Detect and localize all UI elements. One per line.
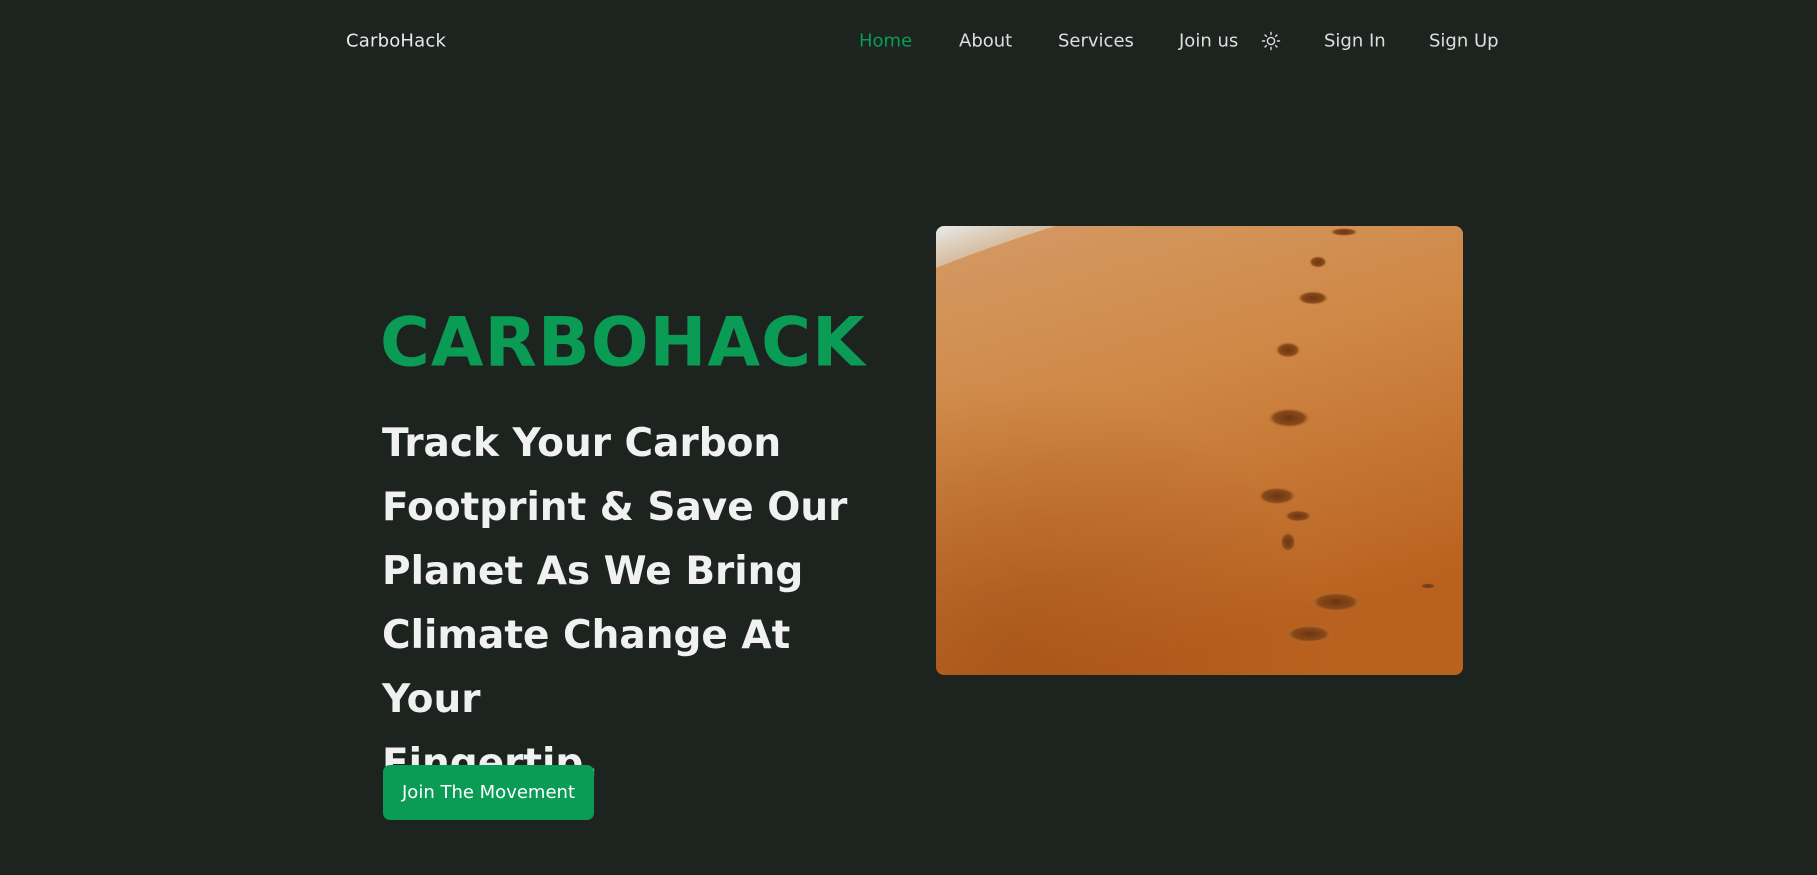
hero-subtitle: Track Your Carbon Footprint & Save Our P… (382, 412, 902, 796)
sign-up-link[interactable]: Sign Up (1429, 31, 1499, 52)
sun-icon[interactable] (1261, 31, 1281, 51)
hero-title: CARBOHACK (380, 303, 866, 383)
page: CarboHack Home About Services Join us Si… (0, 0, 1817, 875)
hero-subtitle-line: Climate Change At Your (382, 613, 791, 722)
nav-link-services[interactable]: Services (1058, 31, 1134, 52)
nav-link-join-us[interactable]: Join us (1179, 31, 1238, 52)
nav-link-home[interactable]: Home (859, 31, 912, 52)
sign-in-link[interactable]: Sign In (1324, 31, 1386, 52)
nav-link-about[interactable]: About (959, 31, 1012, 52)
brand-logo[interactable]: CarboHack (346, 31, 446, 52)
hero-subtitle-line: Track Your Carbon (382, 421, 782, 466)
hero-subtitle-line: Planet As We Bring (382, 549, 804, 594)
join-movement-button[interactable]: Join The Movement (383, 765, 594, 820)
footprints-in-sand-image (936, 226, 1463, 675)
hero-subtitle-line: Footprint & Save Our (382, 485, 848, 530)
